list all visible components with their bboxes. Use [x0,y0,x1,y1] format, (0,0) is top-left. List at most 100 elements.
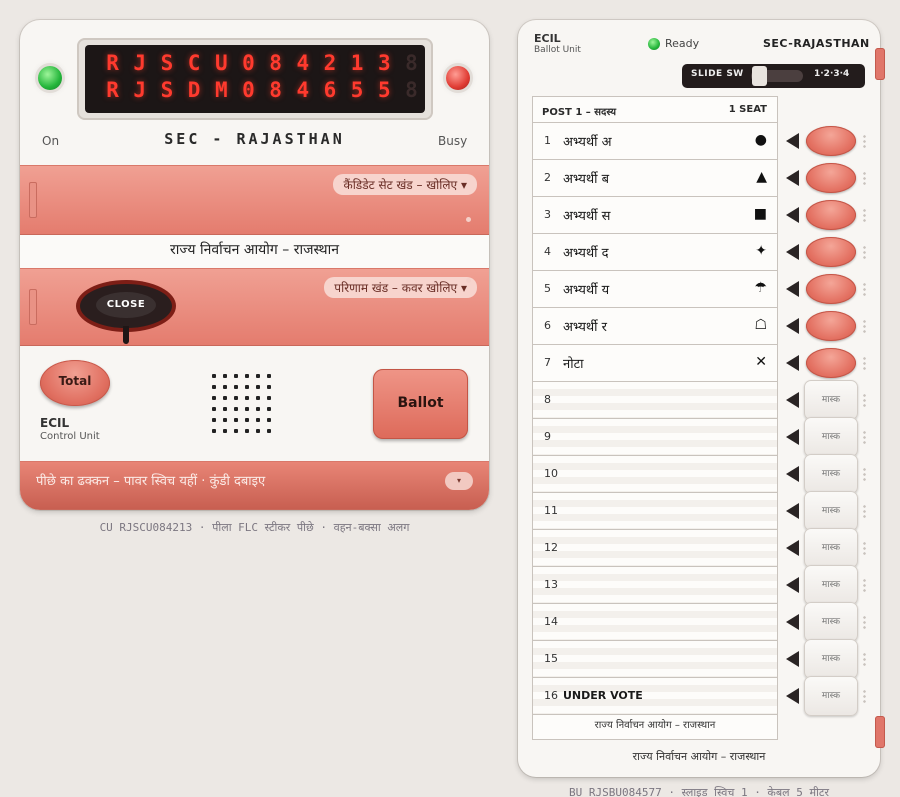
masked-vote-button[interactable]: मास्क [804,453,858,494]
display-digit: 5 [377,78,391,102]
display-digit: 8 [269,51,282,75]
busy-label: Busy [438,134,468,148]
ballot-paper-footer: राज्य निर्वाचन आयोग – राजस्थान [594,720,716,731]
vote-button[interactable] [806,347,856,378]
display-digit: 2 [323,51,337,75]
masked-vote-button[interactable]: मास्क [804,416,858,457]
slide-switch-knob[interactable] [752,66,767,86]
ballot-row-number: 2 [544,171,551,184]
on-lamp-icon [38,66,62,90]
busy-lamp-icon [446,66,470,90]
candidate-lamp-arrow-icon [786,502,799,519]
masked-vote-button[interactable]: मास्क [804,675,858,716]
back-cover-label: पीछे का ढक्कन – पावर स्विच यहीं · कुंडी … [36,474,266,489]
masked-vote-button[interactable]: मास्क [804,527,858,568]
vote-button[interactable] [806,125,856,156]
ballot-row: 4 अभ्यर्थी द ✦ [533,234,777,271]
display-digit: J [133,78,147,102]
candidate-name: अभ्यर्थी अ [563,135,612,150]
candidate-lamp-arrow-icon [786,206,799,223]
result-open-label[interactable]: परिणाम खंड – कवर खोलिए ▾ [324,277,477,298]
party-symbol-icon: ☖ [754,317,767,333]
candidate-lamp-arrow-icon [786,280,799,297]
ballot-row-number: 7 [544,356,551,369]
grip-dots-icon [863,318,866,333]
party-symbol-icon: ☂ [754,280,767,296]
ballot-row: 3 अभ्यर्थी स ■ [533,197,777,234]
candidate-name: नोटा [563,357,584,372]
control-unit: RJSCU0842138 RJSDM0846558 On SEC - RAJAS… [20,20,489,510]
candidate-set-latch[interactable] [29,182,37,218]
masked-vote-button[interactable]: मास्क [804,490,858,531]
result-latch[interactable] [29,289,37,325]
ballot-row: 8 [533,382,777,419]
party-symbol-icon: ✕ [755,354,767,370]
display-digit: C [187,51,201,75]
masked-vote-button[interactable]: मास्क [804,379,858,420]
vote-button[interactable] [806,236,856,267]
masked-vote-button[interactable]: मास्क [804,638,858,679]
ballot-button[interactable]: Ballot [373,369,468,439]
ballot-row-number: 14 [544,615,558,628]
ready-status: Ready [665,37,700,50]
vote-button[interactable] [806,162,856,193]
total-button[interactable]: Total [40,360,110,406]
ballot-unit-footer: राज्य निर्वाचन आयोग – राजस्थान [632,750,766,763]
grip-dots-icon [863,133,866,148]
candidate-lamp-arrow-icon [786,539,799,556]
masked-vote-button[interactable]: मास्क [804,601,858,642]
display-digit: 8 [405,78,418,102]
unit-name-label: Ballot Unit [534,45,581,55]
close-button-stem [123,326,129,344]
display-digit: S [160,51,174,75]
party-symbol-icon: ■ [753,206,767,222]
side-tab [875,716,885,748]
on-label: On [42,134,60,148]
slide-switch[interactable]: SLIDE SW 1·2·3·4 [682,64,865,88]
control-unit-caption: CU RJSCU084213 · पीला FLC स्टीकर पीछे · … [99,521,410,534]
close-button[interactable]: CLOSE [80,284,172,328]
ballot-row: 13 [533,567,777,604]
party-symbol-icon: ● [754,132,767,148]
back-cover-section[interactable]: पीछे का ढक्कन – पावर स्विच यहीं · कुंडी … [20,461,489,510]
ballot-row: 9 [533,419,777,456]
candidate-name: अभ्यर्थी स [563,209,611,224]
display-digit: R [106,78,119,102]
ballot-row-number: 15 [544,652,558,665]
back-cover-toggle[interactable]: ▾ [445,472,473,490]
ballot-row-number: 3 [544,208,551,221]
display-digit: 5 [350,78,364,102]
display-digit: R [106,51,119,75]
ballot-unit-title: SEC-RAJASTHAN [763,37,870,50]
ballot-row-number: 11 [544,504,558,517]
control-unit-title: SEC - RAJASTHAN [164,130,345,148]
ballot-row-number: 8 [544,393,551,406]
grip-dots-icon [863,429,866,444]
vote-button[interactable] [806,310,856,341]
grip-dots-icon [863,577,866,592]
ballot-row-number: 16 [544,689,558,702]
ballot-unit-caption: BU RJSBU084577 · स्लाइड स्विच 1 · केबल 5… [569,786,829,797]
display-digit: S [160,78,174,102]
display-digit: D [187,78,201,102]
vote-button[interactable] [806,199,856,230]
candidate-set-section[interactable]: कैंडिडेट सेट खंड – खोलिए ▾ [20,165,489,235]
ballot-row-number: 5 [544,282,551,295]
grip-dots-icon [863,392,866,407]
ballot-row: 6 अभ्यर्थी र ☖ [533,308,777,345]
grip-dots-icon [863,540,866,555]
vote-button[interactable] [806,273,856,304]
display-digit: 8 [269,78,282,102]
candidate-lamp-arrow-icon [786,169,799,186]
candidate-set-open-label[interactable]: कैंडिडेट सेट खंड – खोलिए ▾ [333,174,477,195]
manufacturer-label: ECIL [40,416,70,430]
ballot-row: 5 अभ्यर्थी य ☂ [533,271,777,308]
masked-vote-button[interactable]: मास्क [804,564,858,605]
display-line-2: RJSDM0846558 [99,78,425,105]
ballot-row-number: 4 [544,245,551,258]
ballot-row: 7 नोटा ✕ [533,345,777,382]
control-unit-top-panel: RJSCU0842138 RJSDM0846558 On SEC - RAJAS… [20,20,489,165]
party-symbol-icon: ✦ [755,243,767,259]
close-button-label: CLOSE [96,292,156,318]
grip-dots-icon [863,207,866,222]
